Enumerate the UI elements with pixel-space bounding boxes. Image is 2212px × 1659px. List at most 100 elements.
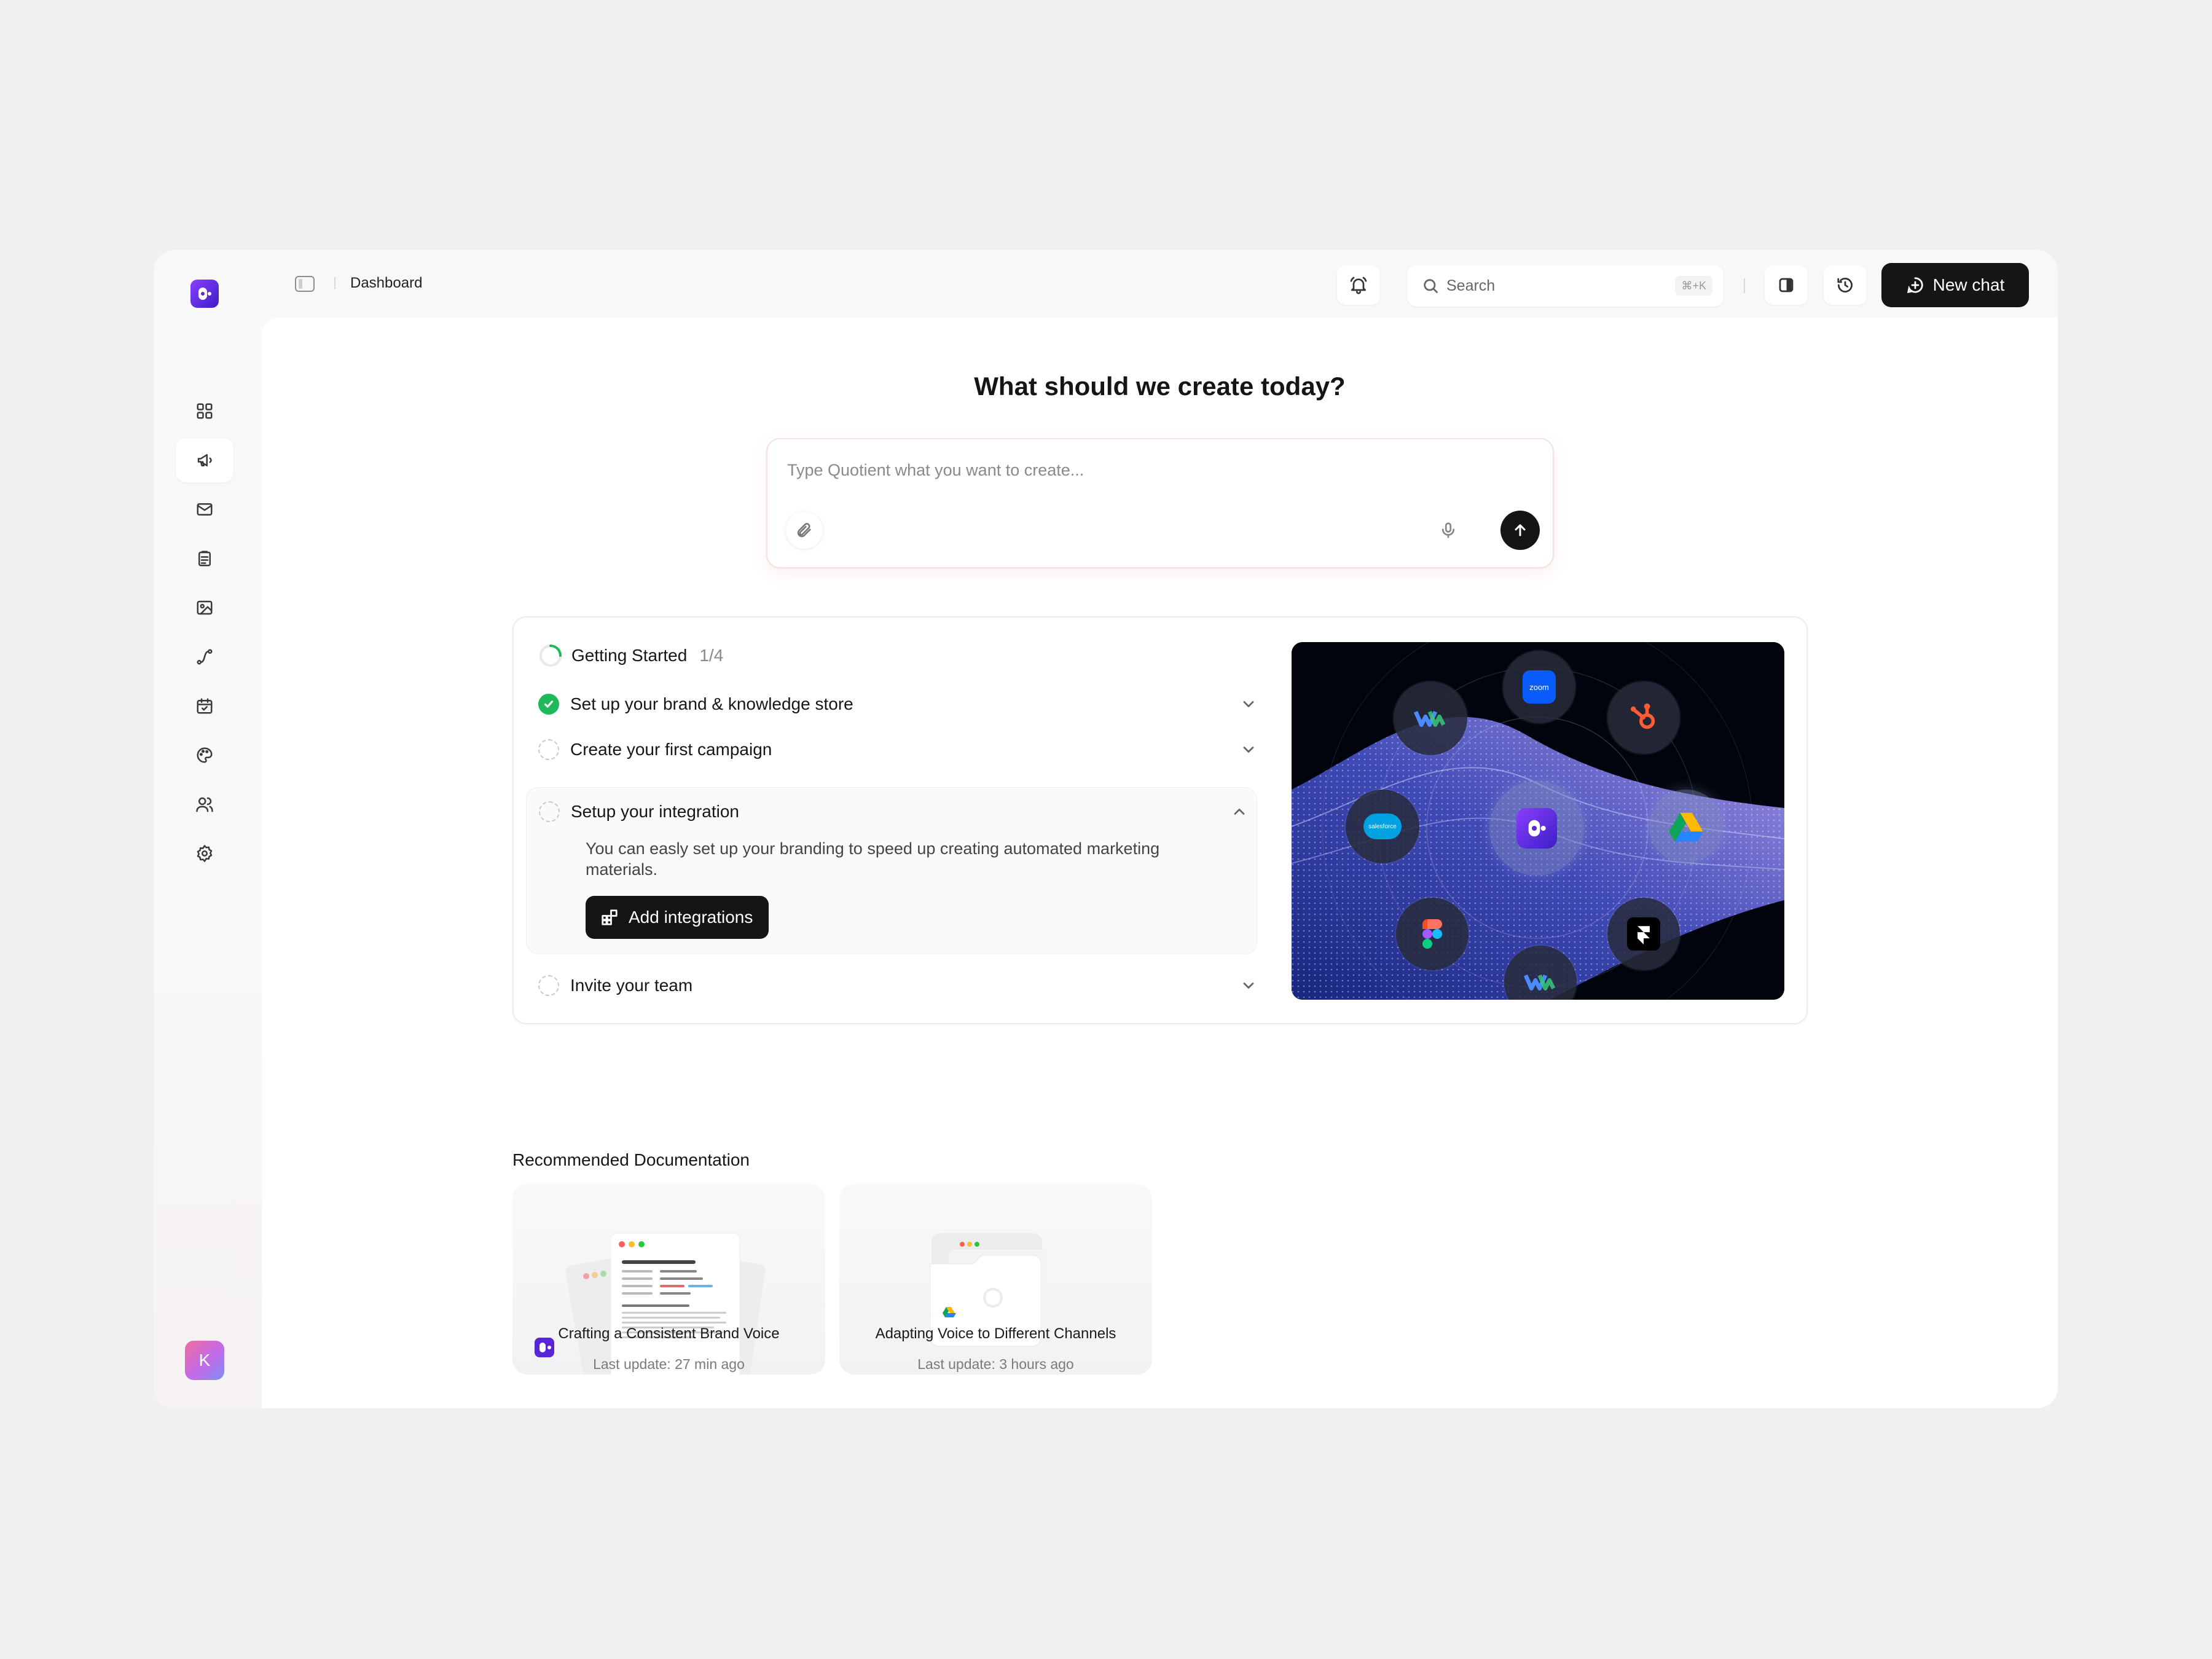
chevron-down-icon[interactable]	[1240, 696, 1257, 713]
divider	[1744, 278, 1745, 293]
sidebar-item-team[interactable]	[176, 782, 233, 826]
prompt-input[interactable]	[787, 457, 1524, 484]
sidebar-item-campaigns[interactable]	[176, 438, 233, 482]
new-chat-icon	[1907, 277, 1923, 294]
integrations-illustration: zoom salesforce	[1292, 642, 1784, 1000]
getting-started-header: Getting Started 1/4	[538, 643, 723, 668]
sidebar-item-media[interactable]	[176, 586, 233, 630]
palette-icon	[197, 747, 213, 763]
google-drive-icon	[1649, 790, 1723, 863]
figma-icon	[1396, 898, 1469, 970]
send-button[interactable]	[1500, 511, 1540, 550]
step-integration-expanded: Setup your integration You can easly set…	[526, 787, 1257, 954]
framer-icon	[1607, 898, 1680, 970]
progress-ring	[539, 645, 562, 667]
chevron-up-icon[interactable]	[1231, 803, 1248, 820]
prompt-composer	[766, 438, 1554, 568]
mail-icon	[197, 503, 213, 516]
notifications-button[interactable]	[1337, 265, 1380, 305]
microphone-button[interactable]	[1435, 517, 1462, 544]
topbar: Dashboard ⌘+K New chat	[262, 250, 2058, 318]
step-label: Setup your integration	[571, 802, 739, 821]
integrations-icon	[602, 909, 618, 925]
getting-started-card: Getting Started 1/4 Set up your brand & …	[512, 616, 1808, 1024]
step-brand[interactable]: Set up your brand & knowledge store	[538, 694, 1267, 715]
webflow-icon	[1394, 681, 1467, 755]
sidebar: K	[154, 250, 262, 1408]
quotient-hub-icon	[1489, 781, 1584, 876]
divider	[334, 277, 335, 289]
hubspot-icon	[1607, 681, 1680, 754]
attach-button[interactable]	[786, 512, 823, 549]
sidebar-item-journeys[interactable]	[176, 635, 233, 679]
quotient-logo[interactable]	[190, 280, 219, 308]
doc-card-thumbnail[interactable]	[839, 1184, 1152, 1375]
clipboard-icon	[198, 551, 211, 567]
salesforce-logo-text: salesforce	[1363, 814, 1402, 839]
app-window: K Dashboard ⌘+K New chat What should we …	[154, 250, 2058, 1408]
step-label: Set up your brand & knowledge store	[570, 694, 853, 713]
toggle-sidebar-button[interactable]	[295, 276, 315, 292]
check-complete-icon	[538, 694, 559, 715]
step-integration[interactable]: Setup your integration	[539, 801, 1245, 822]
getting-started-progress: 1/4	[699, 646, 724, 665]
docs-section-title: Recommended Documentation	[512, 1150, 750, 1169]
search-icon	[1424, 279, 1438, 293]
breadcrumb[interactable]: Dashboard	[350, 275, 422, 292]
step-campaign[interactable]: Create your first campaign	[538, 739, 1267, 760]
sidebar-item-dashboard[interactable]	[176, 389, 233, 433]
sidebar-right-icon	[1779, 278, 1794, 292]
check-pending-icon	[539, 801, 560, 822]
image-icon	[197, 600, 213, 615]
doc-last-update: Last update: 3 hours ago	[917, 1356, 1074, 1372]
paperclip-icon	[797, 523, 811, 538]
quotient-logo-icon	[198, 288, 211, 300]
megaphone-icon	[197, 454, 212, 466]
user-avatar-initial: K	[198, 1351, 211, 1370]
new-chat-button[interactable]: New chat	[1881, 263, 2029, 307]
step-label: Create your first campaign	[570, 740, 772, 759]
history-icon	[1837, 278, 1853, 292]
folder-preview-illustration	[930, 1233, 1047, 1347]
check-pending-icon	[538, 739, 559, 760]
step-label: Invite your team	[570, 976, 693, 995]
add-integrations-label: Add integrations	[629, 908, 753, 927]
new-chat-label: New chat	[1932, 275, 2005, 294]
user-avatar[interactable]: K	[185, 1341, 224, 1380]
arrow-up-icon	[1515, 524, 1526, 536]
doc-card-thumbnail[interactable]	[512, 1184, 825, 1375]
salesforce-icon: salesforce	[1346, 790, 1419, 863]
calendar-icon	[197, 698, 213, 714]
document-preview-illustration	[535, 1233, 766, 1375]
bell-icon	[1350, 276, 1367, 294]
search-input[interactable]	[1446, 272, 1631, 299]
step-invite[interactable]: Invite your team	[538, 975, 1267, 996]
history-button[interactable]	[1824, 265, 1867, 305]
dashboard-icon	[197, 403, 213, 419]
chevron-down-icon[interactable]	[1240, 741, 1257, 758]
microphone-icon	[1441, 522, 1455, 538]
zoom-icon: zoom	[1503, 651, 1575, 723]
search-box[interactable]: ⌘+K	[1407, 265, 1724, 307]
sidebar-item-email[interactable]	[176, 487, 233, 531]
sidebar-item-calendar[interactable]	[176, 684, 233, 728]
zoom-logo-text: zoom	[1523, 670, 1556, 704]
route-icon	[197, 649, 213, 665]
sidebar-item-tasks[interactable]	[176, 536, 233, 581]
getting-started-title: Getting Started	[571, 646, 688, 665]
search-shortcut-badge: ⌘+K	[1675, 276, 1712, 296]
page-headline: What should we create today?	[974, 372, 1346, 401]
settings-icon	[197, 845, 213, 862]
sidebar-item-brand[interactable]	[176, 733, 233, 777]
step-description: You can easly set up your branding to sp…	[586, 839, 1160, 879]
chevron-down-icon[interactable]	[1240, 977, 1257, 994]
add-integrations-button[interactable]: Add integrations	[586, 896, 769, 939]
doc-title[interactable]: Crafting a Consistent Brand Voice	[512, 1325, 825, 1343]
doc-title[interactable]: Adapting Voice to Different Channels	[839, 1325, 1152, 1343]
users-icon	[196, 797, 213, 812]
doc-last-update: Last update: 27 min ago	[593, 1356, 745, 1372]
sidebar-item-settings[interactable]	[176, 831, 233, 876]
main-content: What should we create today? Getting Sta…	[262, 318, 2058, 1408]
check-pending-icon	[538, 975, 559, 996]
toggle-panel-button[interactable]	[1765, 265, 1808, 305]
